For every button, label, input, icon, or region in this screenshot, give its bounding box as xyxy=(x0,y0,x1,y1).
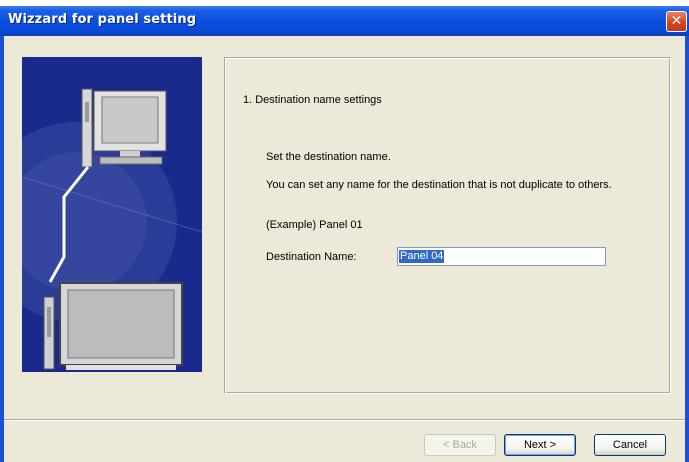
next-button[interactable]: Next > xyxy=(504,434,576,456)
close-button[interactable]: ✕ xyxy=(666,11,687,32)
example-text: (Example) Panel 01 xyxy=(266,219,363,231)
title-bar[interactable]: Wizzard for panel setting ✕ xyxy=(0,6,689,36)
content-panel: 1. Destination name settings Set the des… xyxy=(224,57,671,394)
destination-name-input[interactable]: Panel 04 xyxy=(397,247,606,266)
destination-name-value: Panel 04 xyxy=(399,250,445,263)
back-button[interactable]: < Back xyxy=(424,434,496,456)
step-title: 1. Destination name settings xyxy=(243,94,382,106)
close-icon: ✕ xyxy=(670,13,683,29)
instruction-text: Set the destination name. xyxy=(266,151,391,163)
window-title: Wizzard for panel setting xyxy=(8,12,197,27)
display-panel-icon xyxy=(43,282,183,370)
button-separator xyxy=(4,419,685,421)
cancel-button[interactable]: Cancel xyxy=(594,434,666,456)
wizard-window: Wizzard for panel setting ✕ 1. Destinati… xyxy=(0,6,689,462)
destination-name-label: Destination Name: xyxy=(266,251,357,263)
description-text: You can set any name for the destination… xyxy=(266,179,612,191)
computer-to-panel-illustration xyxy=(22,57,202,372)
dialog-body: 1. Destination name settings Set the des… xyxy=(4,36,685,462)
